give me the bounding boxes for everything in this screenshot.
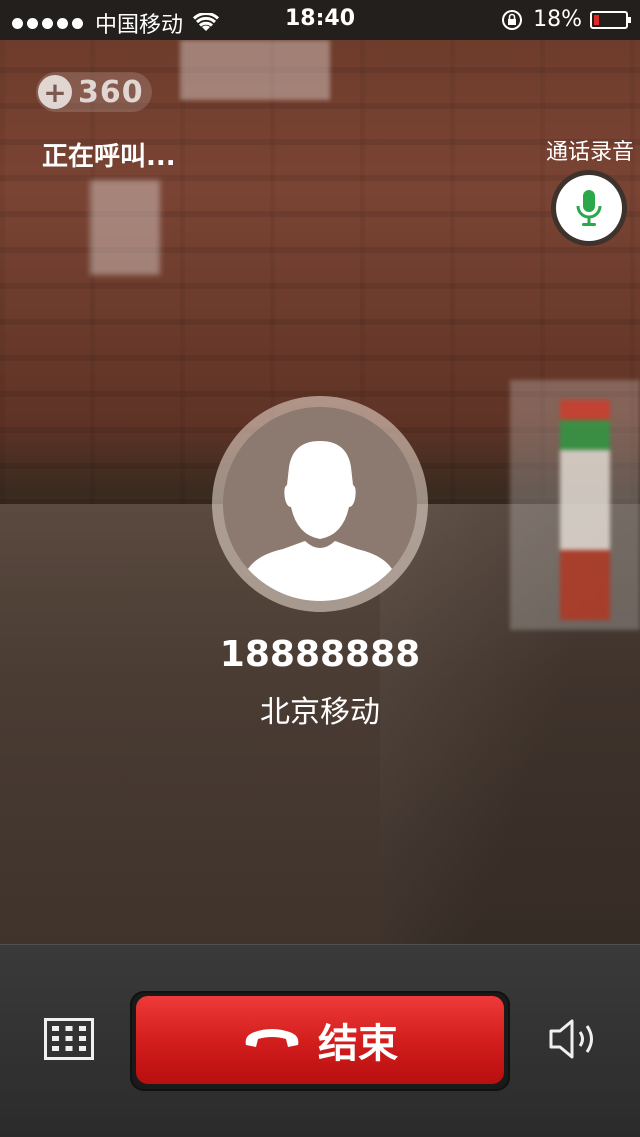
record-label: 通话录音 bbox=[545, 140, 634, 165]
number-location: 北京移动 bbox=[260, 695, 380, 730]
microphone-icon bbox=[576, 190, 602, 226]
person-avatar-icon bbox=[243, 441, 397, 601]
logo-text: 360 bbox=[78, 74, 144, 110]
battery-percent: 18% bbox=[533, 7, 582, 32]
keypad-icon[interactable] bbox=[44, 1018, 94, 1060]
record-button-face[interactable] bbox=[556, 175, 622, 241]
battery-level-fill bbox=[594, 14, 599, 25]
avatar bbox=[223, 407, 417, 601]
battery-icon bbox=[590, 10, 631, 29]
plus-circle-icon: + bbox=[38, 75, 72, 109]
speaker-icon[interactable] bbox=[548, 1017, 602, 1061]
wall-window bbox=[90, 180, 160, 275]
wall-frame bbox=[180, 40, 330, 100]
status-right: 18% bbox=[501, 7, 631, 32]
bottle-object bbox=[560, 400, 610, 620]
record-button[interactable] bbox=[551, 170, 627, 246]
end-call-button[interactable]: 结束 bbox=[136, 996, 504, 1084]
brand-logo: + 360 bbox=[36, 72, 152, 112]
call-status: 正在呼叫... bbox=[42, 142, 176, 172]
phone-number: 18888888 bbox=[219, 634, 421, 675]
hangup-phone-icon bbox=[245, 1029, 299, 1047]
status-bar: 中国移动 18:40 18% bbox=[0, 0, 640, 40]
end-call-frame: 结束 bbox=[130, 991, 510, 1091]
rotation-lock-icon bbox=[502, 9, 523, 30]
call-controls-bar: 结束 bbox=[0, 944, 640, 1137]
avatar-ring bbox=[212, 396, 428, 612]
end-call-label: 结束 bbox=[318, 1021, 398, 1067]
